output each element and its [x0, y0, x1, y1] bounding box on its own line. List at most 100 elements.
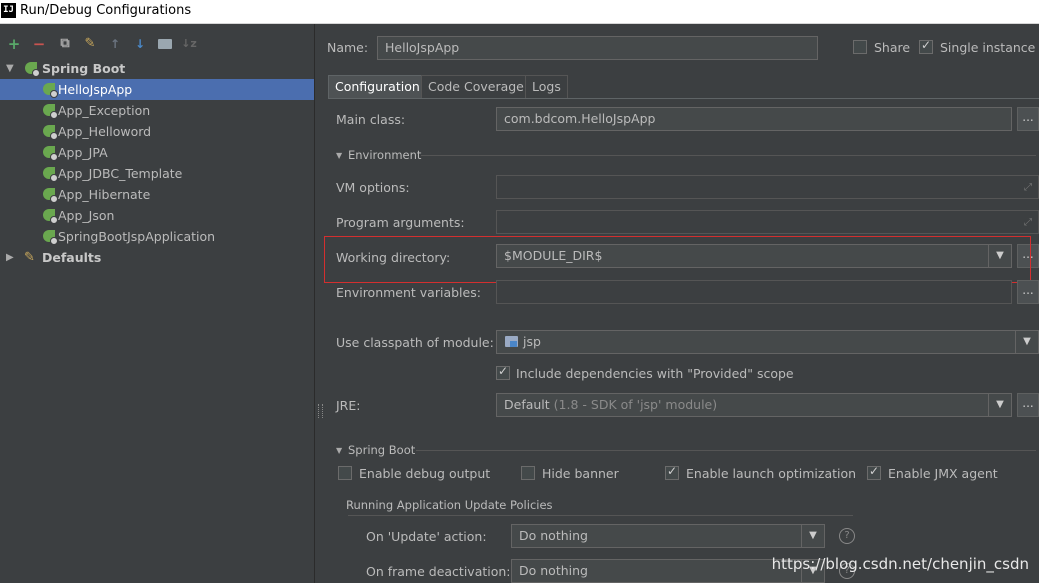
intellij-app-icon: IJ	[1, 3, 16, 18]
include-dependencies-checkbox[interactable]	[496, 364, 510, 380]
enable-jmx-agent-label: Enable JMX agent	[888, 466, 998, 481]
sort-icon[interactable]: ↓z	[181, 36, 197, 52]
update-policies-title: Running Application Update Policies	[346, 498, 553, 512]
tree-item-label: App_JDBC_Template	[58, 166, 183, 181]
on-frame-deactivation-value: Do nothing	[519, 563, 588, 578]
tree-item-label: App_Hibernate	[58, 187, 151, 202]
single-instance-checkbox[interactable]	[919, 38, 933, 54]
splitter-grip[interactable]	[318, 404, 323, 418]
spring-boot-app-icon	[43, 104, 58, 119]
folder-icon[interactable]	[157, 36, 173, 52]
collapsed-arrow-icon[interactable]: ▶	[6, 247, 14, 268]
tree-item-label: App_Exception	[58, 103, 151, 118]
spring-boot-section-label: Spring Boot	[348, 443, 416, 457]
tab-configuration[interactable]: Configuration	[328, 75, 427, 98]
main-class-input[interactable]: com.bdcom.HelloJspApp	[496, 107, 1012, 131]
tree-item-label: App_JPA	[58, 145, 108, 160]
on-update-combo[interactable]: Do nothing ▼	[511, 524, 825, 548]
configuration-tree-panel: + − ⧉ ✎ ↑ ↓ ↓z ▼ Spring Boot HelloJspApp…	[0, 24, 314, 583]
chevron-down-icon[interactable]: ▼	[988, 394, 1011, 416]
tree-item-hellojspapp[interactable]: HelloJspApp	[0, 79, 314, 100]
enable-launch-optimization-label: Enable launch optimization	[686, 466, 857, 481]
main-class-browse-button[interactable]: ...	[1017, 107, 1039, 131]
spring-boot-app-icon	[43, 230, 58, 245]
environment-variables-label: Environment variables:	[336, 285, 481, 300]
spring-boot-app-icon	[43, 188, 58, 203]
share-checkbox[interactable]	[853, 40, 867, 54]
jre-value-detail: (1.8 - SDK of 'jsp' module)	[553, 397, 718, 412]
expanded-arrow-icon[interactable]: ▼	[6, 58, 14, 79]
panel-splitter[interactable]	[314, 24, 326, 583]
jre-value: Default	[504, 397, 550, 412]
environment-expanded-icon[interactable]: ▼	[336, 151, 342, 160]
tree-group-spring-boot[interactable]: ▼ Spring Boot	[0, 58, 314, 79]
enable-debug-output-checkbox[interactable]	[338, 466, 352, 480]
edit-defaults-icon[interactable]: ✎	[82, 36, 98, 52]
classpath-module-combo[interactable]: jsp ▼	[496, 330, 1039, 354]
add-icon[interactable]: +	[6, 36, 22, 52]
spring-boot-app-icon	[43, 209, 58, 224]
main-class-label: Main class:	[336, 112, 406, 127]
classpath-module-value: jsp	[523, 334, 541, 349]
move-up-icon[interactable]: ↑	[107, 36, 123, 52]
jre-combo[interactable]: Default (1.8 - SDK of 'jsp' module) ▼	[496, 393, 1012, 417]
vm-options-label: VM options:	[336, 180, 410, 195]
window-title: Run/Debug Configurations	[20, 3, 192, 18]
environment-section-label: Environment	[348, 148, 422, 162]
tree-item-springbootjspapplication[interactable]: SpringBootJspApplication	[0, 226, 314, 247]
tree-group-label: Spring Boot	[42, 61, 126, 76]
program-arguments-label: Program arguments:	[336, 215, 465, 230]
update-policies-separator	[348, 515, 853, 516]
enable-jmx-agent-checkbox[interactable]	[867, 464, 881, 480]
tree-item-app-jpa[interactable]: App_JPA	[0, 142, 314, 163]
spring-boot-icon	[25, 62, 40, 77]
move-down-icon[interactable]: ↓	[132, 36, 148, 52]
watermark-text: https://blog.csdn.net/chenjin_csdn	[771, 555, 1029, 573]
tree-item-label: SpringBootJspApplication	[58, 229, 216, 244]
jre-browse-button[interactable]: ...	[1017, 393, 1039, 417]
spring-boot-separator	[416, 450, 1036, 451]
defaults-wrench-icon: ✎	[24, 250, 35, 265]
title-bar: IJ Run/Debug Configurations	[0, 0, 1039, 24]
enable-debug-output-label: Enable debug output	[359, 466, 491, 481]
jre-label: JRE:	[336, 398, 361, 413]
environment-variables-browse-button[interactable]: ...	[1017, 280, 1039, 304]
on-frame-deactivation-label: On frame deactivation:	[366, 564, 511, 579]
tree-item-app-json[interactable]: App_Json	[0, 205, 314, 226]
spring-boot-expanded-icon[interactable]: ▼	[336, 446, 342, 455]
program-arguments-input[interactable]	[496, 210, 1039, 234]
tab-code-coverage[interactable]: Code Coverage	[421, 75, 531, 98]
help-icon[interactable]: ?	[839, 528, 855, 544]
tree-item-app-helloword[interactable]: App_Helloword	[0, 121, 314, 142]
name-input[interactable]: HelloJspApp	[377, 36, 818, 60]
tree-group-label: Defaults	[42, 250, 102, 265]
enable-launch-optimization-checkbox[interactable]	[665, 464, 679, 480]
chevron-down-icon[interactable]: ▼	[801, 525, 824, 547]
module-folder-icon	[505, 336, 518, 347]
tree-item-label: App_Json	[58, 208, 115, 223]
tree-item-app-hibernate[interactable]: App_Hibernate	[0, 184, 314, 205]
tree-item-label: HelloJspApp	[58, 82, 133, 97]
spring-boot-app-icon	[43, 83, 58, 98]
spring-boot-app-icon	[43, 125, 58, 140]
hide-banner-checkbox[interactable]	[521, 466, 535, 480]
single-instance-label: Single instance o	[940, 40, 1039, 55]
copy-icon[interactable]: ⧉	[57, 36, 73, 52]
remove-icon[interactable]: −	[31, 36, 47, 52]
tab-logs[interactable]: Logs	[525, 75, 568, 98]
on-update-label: On 'Update' action:	[366, 529, 487, 544]
classpath-module-label: Use classpath of module:	[336, 335, 494, 350]
tab-underline	[328, 98, 1039, 99]
tree-item-app-exception[interactable]: App_Exception	[0, 100, 314, 121]
include-dependencies-label: Include dependencies with "Provided" sco…	[516, 366, 794, 381]
configuration-editor: Name: HelloJspApp Share Single instance …	[324, 24, 1039, 583]
tree-item-label: App_Helloword	[58, 124, 152, 139]
share-label: Share	[874, 40, 911, 55]
red-highlight-box	[324, 236, 1031, 283]
chevron-down-icon[interactable]: ▼	[1015, 331, 1038, 353]
tree-item-app-jdbc-template[interactable]: App_JDBC_Template	[0, 163, 314, 184]
tree-group-defaults[interactable]: ▶ ✎ Defaults	[0, 247, 314, 268]
environment-variables-input[interactable]	[496, 280, 1012, 304]
name-label: Name:	[327, 40, 369, 55]
vm-options-input[interactable]	[496, 175, 1039, 199]
